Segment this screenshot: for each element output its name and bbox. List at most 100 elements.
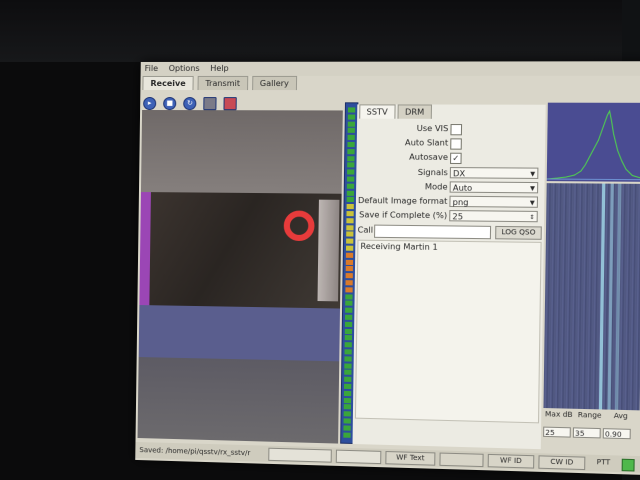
sstv-settings-panel: SSTV DRM Use VIS Auto Slant Autosave ✓ S…: [352, 104, 546, 450]
save-complete-spinbox[interactable]: 25 ⇕: [449, 210, 538, 223]
blank-button[interactable]: [439, 452, 484, 468]
autosave-label: Autosave: [409, 152, 449, 162]
call-input[interactable]: [374, 224, 492, 240]
mode-select[interactable]: Auto ▼: [449, 181, 539, 194]
range-label: Range: [577, 410, 602, 420]
waterfall-control-inputs: 25 35 0.90: [543, 419, 639, 441]
tab-drm[interactable]: DRM: [397, 104, 432, 119]
spectrum-plot: [547, 103, 640, 182]
mode-row: Mode Auto ▼: [356, 181, 545, 196]
vu-segment: [344, 342, 352, 348]
signals-select[interactable]: DX ▼: [449, 167, 539, 179]
max-db-spinbox[interactable]: 25: [543, 426, 571, 438]
vu-segment: [344, 383, 352, 390]
vu-segment: [347, 135, 355, 141]
vu-segment: [347, 162, 355, 168]
receive-toolbar: ▸ ■ ↻: [143, 93, 239, 111]
wf-id-button[interactable]: WF ID: [487, 453, 535, 469]
auto-slant-checkbox[interactable]: [450, 138, 462, 150]
mode-value: Auto: [452, 183, 473, 193]
use-vis-row: Use VIS: [357, 123, 546, 137]
mode-label: Mode: [424, 182, 448, 192]
signals-row: Signals DX ▼: [356, 166, 545, 181]
vu-segment: [347, 121, 356, 127]
use-vis-checkbox[interactable]: [450, 124, 463, 136]
vu-segment: [347, 128, 355, 134]
tab-sstv[interactable]: SSTV: [359, 104, 396, 119]
ptt-indicator: [621, 458, 635, 472]
vu-segment: [347, 141, 355, 148]
save-icon[interactable]: [203, 97, 217, 111]
image-format-row: Default Image format png ▼: [356, 195, 545, 210]
erase-icon[interactable]: [223, 97, 238, 111]
tab-gallery[interactable]: Gallery: [251, 75, 298, 91]
vu-segment: [346, 224, 354, 231]
cw-id-button[interactable]: CW ID: [538, 455, 586, 471]
waterfall-signal-line: [607, 183, 614, 410]
status-log: Receiving Martin 1: [354, 239, 542, 424]
image-band-top: [140, 109, 343, 194]
image-band-bottom: [137, 357, 340, 444]
vu-segment: [346, 217, 354, 224]
avg-label: Avg: [613, 411, 628, 421]
vu-segment: [345, 273, 353, 279]
vu-segment: [344, 314, 353, 320]
vu-segment: [344, 335, 352, 341]
start-icon[interactable]: ▸: [143, 96, 157, 111]
menu-file[interactable]: File: [141, 62, 163, 73]
vu-segment: [346, 197, 354, 203]
vu-segment: [345, 280, 353, 286]
call-label: Call: [357, 225, 374, 235]
save-complete-label: Save if Complete (%): [359, 210, 448, 221]
waterfall-signal-line: [614, 183, 622, 410]
vu-segment: [345, 300, 353, 307]
use-vis-label: Use VIS: [416, 123, 449, 134]
main-tabs: Receive Transmit Gallery: [142, 75, 298, 91]
image-format-select[interactable]: png ▼: [449, 195, 539, 208]
tab-receive[interactable]: Receive: [142, 75, 194, 91]
spectrum-baseline: [547, 179, 640, 180]
vu-segment: [346, 204, 354, 210]
vu-segment: [343, 411, 351, 417]
menu-options[interactable]: Options: [165, 62, 204, 73]
auto-slant-label: Auto Slant: [404, 138, 449, 148]
log-qso-button[interactable]: LOG QSO: [495, 225, 542, 240]
vu-segment: [345, 307, 353, 313]
qsstv-window: File Options Help Receive Transmit Galle…: [135, 61, 640, 475]
vu-segment: [345, 266, 353, 272]
menu-help[interactable]: Help: [206, 62, 233, 73]
ptt-label: PTT: [596, 457, 611, 467]
image-band-blue: [138, 305, 341, 362]
vu-segment: [344, 356, 352, 362]
avg-spinbox[interactable]: 0.90: [602, 428, 631, 440]
stop-icon[interactable]: ■: [163, 97, 177, 111]
vu-segment: [343, 418, 351, 424]
save-complete-row: Save if Complete (%) 25 ⇕: [356, 209, 545, 224]
wf-text-select[interactable]: [335, 449, 382, 465]
max-db-label: Max dB: [544, 410, 573, 420]
vu-segment: [345, 259, 354, 265]
received-image: [137, 109, 343, 444]
vu-segment: [346, 238, 354, 244]
wf-text-button[interactable]: WF Text: [385, 451, 436, 466]
vu-segment: [344, 369, 352, 376]
image-format-label: Default Image format: [357, 195, 448, 206]
vu-segment: [345, 245, 354, 251]
tab-transmit[interactable]: Transmit: [197, 75, 249, 91]
image-format-value: png: [452, 197, 469, 208]
vu-segment: [343, 397, 352, 403]
range-spinbox[interactable]: 35: [572, 427, 601, 439]
vu-segment: [347, 107, 356, 113]
status-bar: Saved: /home/pi/qsstv/rx_sstv/r WF Text …: [135, 441, 640, 473]
fft-spectrum: [546, 102, 640, 182]
refresh-icon[interactable]: ↻: [183, 97, 197, 111]
autosave-checkbox[interactable]: ✓: [449, 152, 462, 165]
vu-segment: [346, 211, 354, 217]
vu-segment: [346, 231, 354, 237]
waterfall-display: [543, 183, 640, 411]
auto-slant-row: Auto Slant: [357, 137, 546, 151]
image-photo-band: [139, 192, 342, 309]
vu-segment: [344, 349, 352, 355]
vu-segment: [345, 252, 354, 258]
status-field: [268, 447, 332, 463]
